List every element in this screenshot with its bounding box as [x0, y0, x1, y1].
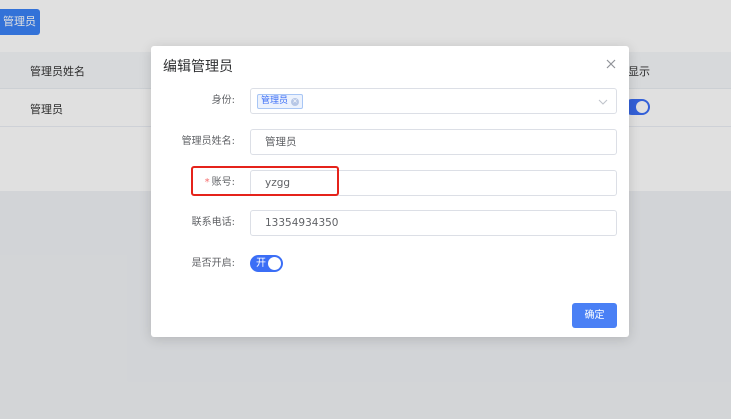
close-icon[interactable]	[605, 58, 617, 70]
role-label: 身份:	[211, 95, 235, 106]
confirm-button[interactable]: 确定	[572, 303, 617, 328]
form-row-phone: 联系电话: 13354934350	[151, 210, 629, 236]
phone-label: 联系电话:	[191, 217, 235, 228]
tag-close-icon[interactable]: ✕	[291, 97, 300, 106]
name-input[interactable]: 管理员	[250, 129, 617, 155]
enabled-label: 是否开启:	[191, 258, 235, 269]
chevron-down-icon	[598, 99, 608, 105]
edit-admin-dialog: 编辑管理员 身份: 管理员 ✕ 管理员姓名: 管理员 * 账号: yzgg 联系电…	[151, 46, 629, 337]
phone-input[interactable]: 13354934350	[250, 210, 617, 236]
form-row-enabled: 是否开启: 开	[151, 251, 629, 277]
role-tag-label: 管理员	[261, 96, 289, 106]
form-row-role: 身份: 管理员 ✕	[151, 88, 629, 114]
toggle-text: 开	[256, 258, 266, 269]
form-row-name: 管理员姓名: 管理员	[151, 129, 629, 155]
dialog-title: 编辑管理员	[163, 59, 233, 75]
role-select[interactable]: 管理员 ✕	[250, 88, 617, 114]
role-tag: 管理员 ✕	[257, 94, 304, 109]
toggle-knob	[268, 257, 281, 270]
annotation-highlight-box	[191, 166, 339, 196]
enabled-toggle[interactable]: 开	[250, 255, 283, 272]
name-label: 管理员姓名:	[181, 136, 235, 147]
